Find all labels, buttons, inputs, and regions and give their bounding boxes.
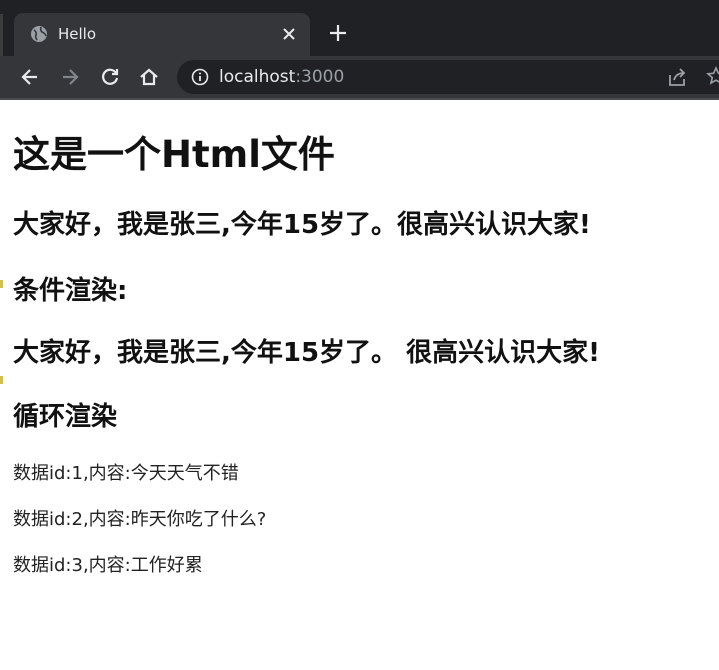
conditional-render-heading: 条件渲染: (13, 276, 128, 306)
edge-marker (0, 280, 3, 288)
greeting-heading: 大家好，我是张三,今年15岁了。很高兴认识大家! (13, 210, 591, 240)
home-icon[interactable] (138, 66, 160, 88)
window-edge (0, 14, 3, 56)
page-content: 这是一个Html文件 大家好，我是张三,今年15岁了。很高兴认识大家! 条件渲染… (0, 100, 719, 670)
reload-icon[interactable] (99, 66, 121, 88)
new-tab-icon[interactable] (327, 22, 349, 44)
list-item: 数据id:3,内容:工作好累 (13, 555, 203, 576)
loop-render-heading: 循环渲染 (13, 402, 118, 432)
globe-icon (30, 25, 48, 43)
list-item: 数据id:2,内容:昨天你吃了什么? (13, 509, 267, 530)
browser-tab[interactable]: Hello (14, 13, 310, 56)
back-arrow-icon[interactable] (19, 66, 41, 88)
conditional-greeting-heading: 大家好，我是张三,今年15岁了。 很高兴认识大家! (13, 338, 600, 368)
bookmark-star-icon[interactable] (706, 66, 719, 86)
info-icon[interactable] (191, 68, 209, 86)
url-host: localhost (219, 67, 296, 87)
forward-arrow-icon[interactable] (59, 66, 81, 88)
share-icon[interactable] (667, 67, 689, 87)
address-bar[interactable]: localhost:3000 (177, 60, 719, 94)
edge-marker (0, 376, 3, 384)
browser-tab-strip: Hello (0, 0, 719, 56)
browser-toolbar: localhost:3000 (0, 56, 719, 98)
url-text[interactable]: localhost:3000 (219, 67, 344, 87)
tab-title: Hello (58, 25, 97, 43)
list-item: 数据id:1,内容:今天天气不错 (13, 463, 239, 484)
url-port: :3000 (295, 67, 345, 87)
close-tab-icon[interactable] (280, 25, 298, 43)
page-title: 这是一个Html文件 (13, 133, 335, 176)
